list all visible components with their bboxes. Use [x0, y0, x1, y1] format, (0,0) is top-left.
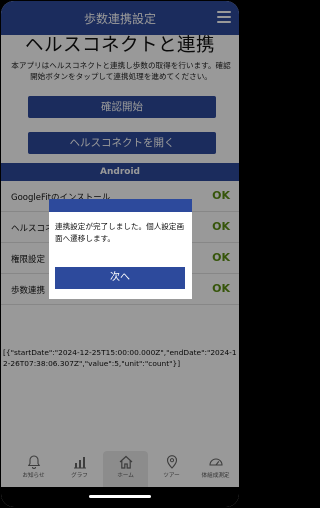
- home-indicator[interactable]: [89, 495, 151, 498]
- system-navigation-bar: [1, 487, 239, 507]
- dialog-message: 連携設定が完了しました。個人設定画面へ遷移します。: [55, 222, 185, 243]
- dialog-header-bar: [49, 199, 192, 212]
- phone-frame: 歩数連携設定 ヘルスコネクトと連携 本アプリはヘルスコネクトと連携し歩数の取得を…: [0, 0, 240, 508]
- app-screen: 歩数連携設定 ヘルスコネクトと連携 本アプリはヘルスコネクトと連携し歩数の取得を…: [1, 1, 239, 507]
- next-button[interactable]: 次へ: [55, 267, 185, 289]
- completion-dialog: 連携設定が完了しました。個人設定画面へ遷移します。 次へ: [49, 199, 192, 299]
